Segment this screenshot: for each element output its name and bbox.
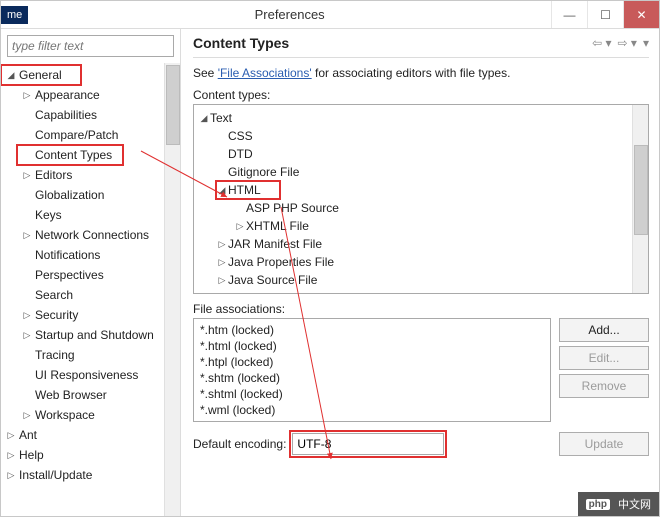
watermark: php 中文网: [578, 492, 659, 516]
twisty-closed-icon: ▷: [234, 221, 246, 232]
close-button[interactable]: ✕: [623, 1, 659, 28]
scrollbar-thumb[interactable]: [166, 65, 180, 145]
content-types-tree: ◢Text CSS DTD Gitignore File ◢HTML ASP P…: [193, 104, 649, 294]
window-buttons: — ☐ ✕: [551, 1, 659, 28]
fa-item[interactable]: *.shtml (locked): [200, 387, 544, 403]
encoding-row: Default encoding: Update: [193, 432, 649, 456]
ct-node-text[interactable]: ◢Text: [198, 109, 628, 127]
description: See 'File Associations' for associating …: [193, 66, 649, 80]
tree-node-ui-responsiveness[interactable]: UI Responsiveness: [17, 365, 164, 385]
tree-node-startup-shutdown[interactable]: ▷Startup and Shutdown: [17, 325, 164, 345]
left-pane: ◢ General ▷Appearance Capabilities Compa…: [1, 29, 181, 516]
tree-node-globalization[interactable]: Globalization: [17, 185, 164, 205]
tree-node-network-connections[interactable]: ▷Network Connections: [17, 225, 164, 245]
fa-item[interactable]: *.shtm (locked): [200, 371, 544, 387]
left-scrollbar[interactable]: [164, 63, 180, 516]
menu-icon[interactable]: ▾: [643, 36, 649, 50]
twisty-closed-icon: ▷: [5, 430, 17, 441]
page-title: Content Types: [193, 35, 289, 51]
ct-node-css[interactable]: CSS: [216, 127, 628, 145]
fa-item[interactable]: *.htm (locked): [200, 323, 544, 339]
ct-node-dtd[interactable]: DTD: [216, 145, 628, 163]
fa-item[interactable]: *.wml (locked): [200, 403, 544, 419]
scrollbar-thumb[interactable]: [634, 145, 648, 235]
twisty-open-icon: ◢: [5, 70, 17, 81]
ct-node-html[interactable]: ◢HTML: [216, 181, 280, 199]
window-title: Preferences: [28, 7, 551, 22]
tree-node-compare-patch[interactable]: Compare/Patch: [17, 125, 164, 145]
preferences-window: me Preferences — ☐ ✕ ◢ General: [0, 0, 660, 517]
app-tag: me: [1, 6, 28, 24]
twisty-closed-icon: ▷: [216, 275, 228, 286]
filter-box: [7, 35, 174, 57]
twisty-open-icon: ◢: [216, 185, 228, 196]
content-types-tree-body[interactable]: ◢Text CSS DTD Gitignore File ◢HTML ASP P…: [194, 105, 632, 293]
twisty-closed-icon: ▷: [21, 230, 33, 241]
tree-node-web-browser[interactable]: Web Browser: [17, 385, 164, 405]
tree-node-keys[interactable]: Keys: [17, 205, 164, 225]
twisty-closed-icon: ▷: [21, 410, 33, 421]
twisty-closed-icon: ▷: [5, 470, 17, 481]
ct-node-java-properties[interactable]: ▷Java Properties File: [216, 253, 628, 271]
tree-node-tracing[interactable]: Tracing: [17, 345, 164, 365]
tree-node-notifications[interactable]: Notifications: [17, 245, 164, 265]
remove-button[interactable]: Remove: [559, 374, 649, 398]
file-associations-link[interactable]: 'File Associations': [218, 66, 312, 80]
tree-node-content-types[interactable]: Content Types: [17, 145, 123, 165]
twisty-closed-icon: ▷: [21, 90, 33, 101]
right-pane: Content Types ⇦ ▾ ⇨ ▾ ▾ See 'File Associ…: [181, 29, 659, 516]
file-associations-label: File associations:: [193, 302, 649, 316]
tree-node-ant[interactable]: ▷Ant: [1, 425, 164, 445]
page-header: Content Types ⇦ ▾ ⇨ ▾ ▾: [193, 35, 649, 58]
ct-node-asp-php[interactable]: ASP PHP Source: [234, 199, 628, 217]
tree-node-editors[interactable]: ▷Editors: [17, 165, 164, 185]
encoding-label: Default encoding:: [193, 437, 286, 451]
twisty-closed-icon: ▷: [216, 239, 228, 250]
ct-node-java-source[interactable]: ▷Java Source File: [216, 271, 628, 289]
tree-node-workspace[interactable]: ▷Workspace: [17, 405, 164, 425]
forward-icon[interactable]: ⇨ ▾: [618, 36, 637, 50]
minimize-button[interactable]: —: [551, 1, 587, 28]
tree-node-search[interactable]: Search: [17, 285, 164, 305]
nav-icons: ⇦ ▾ ⇨ ▾ ▾: [592, 36, 649, 50]
filter-input[interactable]: [7, 35, 174, 57]
ct-scrollbar[interactable]: [632, 105, 648, 293]
twisty-closed-icon: ▷: [21, 310, 33, 321]
file-associations-list[interactable]: *.htm (locked) *.html (locked) *.htpl (l…: [193, 318, 551, 422]
edit-button[interactable]: Edit...: [559, 346, 649, 370]
ct-node-gitignore[interactable]: Gitignore File: [216, 163, 628, 181]
twisty-closed-icon: ▷: [21, 170, 33, 181]
fa-item[interactable]: *.htpl (locked): [200, 355, 544, 371]
titlebar: me Preferences — ☐ ✕: [1, 1, 659, 29]
twisty-closed-icon: ▷: [21, 330, 33, 341]
add-button[interactable]: Add...: [559, 318, 649, 342]
tree-node-capabilities[interactable]: Capabilities: [17, 105, 164, 125]
tree-node-install-update[interactable]: ▷Install/Update: [1, 465, 164, 485]
tree-node-security[interactable]: ▷Security: [17, 305, 164, 325]
body: ◢ General ▷Appearance Capabilities Compa…: [1, 29, 659, 516]
ct-node-jar-manifest[interactable]: ▷JAR Manifest File: [216, 235, 628, 253]
tree-node-help[interactable]: ▷Help: [1, 445, 164, 465]
twisty-closed-icon: ▷: [216, 257, 228, 268]
watermark-text: 中文网: [618, 496, 651, 512]
tree-node-general[interactable]: ◢ General: [1, 65, 81, 85]
tree-node-appearance[interactable]: ▷Appearance: [17, 85, 164, 105]
back-icon[interactable]: ⇦ ▾: [592, 36, 611, 50]
content-types-label: Content types:: [193, 88, 649, 102]
twisty-open-icon: ◢: [198, 113, 210, 124]
fa-button-column: Add... Edit... Remove: [559, 318, 649, 422]
category-tree[interactable]: ◢ General ▷Appearance Capabilities Compa…: [1, 63, 164, 516]
update-button[interactable]: Update: [559, 432, 649, 456]
encoding-input[interactable]: [292, 433, 444, 455]
php-logo-icon: php: [586, 499, 610, 510]
twisty-closed-icon: ▷: [5, 450, 17, 461]
tree-node-perspectives[interactable]: Perspectives: [17, 265, 164, 285]
ct-node-xhtml[interactable]: ▷XHTML File: [234, 217, 628, 235]
maximize-button[interactable]: ☐: [587, 1, 623, 28]
fa-item[interactable]: *.html (locked): [200, 339, 544, 355]
